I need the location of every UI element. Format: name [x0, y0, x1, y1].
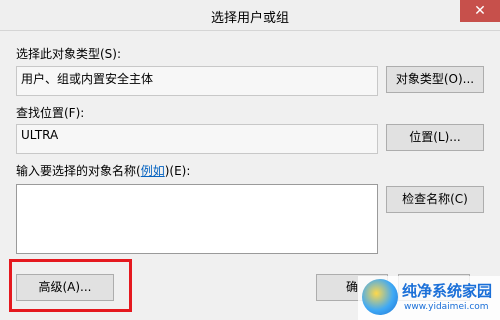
object-types-button[interactable]: 对象类型(O)...: [386, 66, 484, 93]
watermark-name: 纯净系统家园: [402, 282, 493, 300]
close-button[interactable]: ✕: [460, 0, 500, 22]
object-type-field: 用户、组或内置安全主体: [16, 66, 378, 96]
title-bar: 选择用户或组 ✕: [0, 0, 500, 31]
watermark-logo-icon: [362, 279, 398, 315]
locations-button[interactable]: 位置(L)...: [386, 124, 484, 151]
object-names-label-prefix: 输入要选择的对象名称(: [16, 164, 141, 178]
watermark-url: www.yidaimei.com: [404, 302, 489, 312]
location-label: 查找位置(F):: [16, 106, 85, 120]
close-icon: ✕: [474, 3, 486, 19]
object-type-label: 选择此对象类型(S):: [16, 47, 122, 61]
location-field: ULTRA: [16, 124, 378, 154]
watermark: 纯净系统家园 www.yidaimei.com: [358, 276, 500, 320]
highlight-frame: [9, 259, 132, 312]
window-title: 选择用户或组: [210, 11, 289, 26]
check-names-button[interactable]: 检查名称(C): [386, 186, 484, 213]
examples-link[interactable]: 例如: [141, 164, 165, 178]
object-names-input[interactable]: [16, 184, 378, 254]
object-names-label: 输入要选择的对象名称(例如)(E):: [16, 162, 190, 179]
object-names-label-suffix: )(E):: [164, 164, 191, 178]
